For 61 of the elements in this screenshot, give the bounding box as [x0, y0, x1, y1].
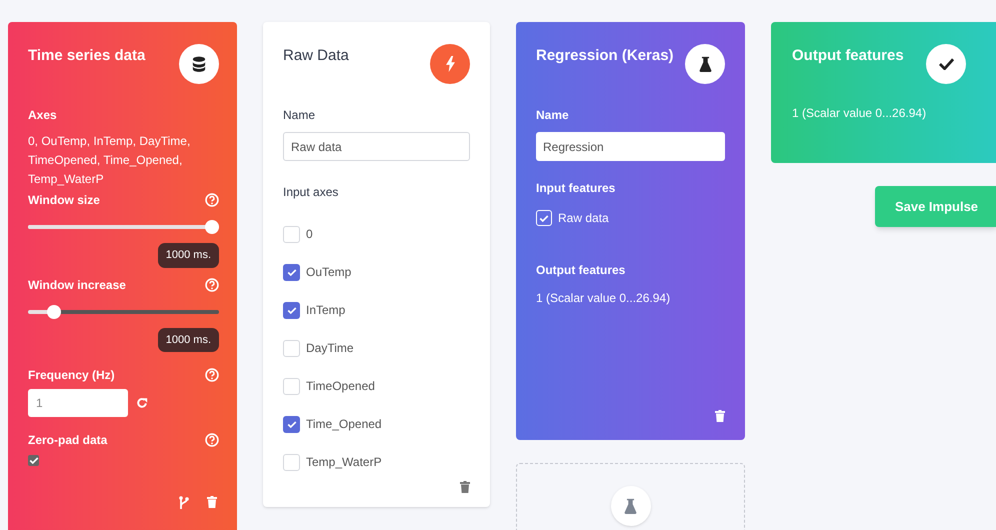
name-field[interactable]: Raw data: [283, 132, 470, 161]
value-tooltip: 1000 ms.: [158, 243, 219, 268]
checkmark-icon: [286, 306, 296, 314]
checkbox[interactable]: [283, 454, 300, 470]
help-icon[interactable]: [205, 433, 219, 447]
checkbox[interactable]: [283, 416, 300, 432]
checkmark-icon: [286, 268, 296, 276]
help-icon[interactable]: [205, 193, 219, 207]
checkmark-icon: [286, 420, 296, 428]
checkbox-label[interactable]: DayTime: [306, 339, 354, 357]
help-icon[interactable]: [205, 368, 219, 382]
frequency-field[interactable]: 1: [28, 389, 128, 417]
refresh-icon[interactable]: [136, 397, 148, 409]
card-title: Regression (Keras): [536, 46, 674, 66]
field-label: Zero-pad data: [28, 432, 108, 449]
checkbox[interactable]: [283, 226, 300, 242]
checkmark-icon: [539, 214, 549, 222]
field-label: Output features: [536, 262, 626, 279]
delete-icon[interactable]: [715, 410, 725, 422]
checkbox-label[interactable]: OuTemp: [306, 263, 352, 281]
checkbox[interactable]: [283, 302, 300, 318]
output-value: 1 (Scalar value 0...26.94): [792, 105, 928, 122]
checkbox[interactable]: [28, 455, 39, 466]
checkbox[interactable]: [283, 340, 300, 356]
lightning-icon: [430, 44, 470, 84]
field-label: Input features: [536, 180, 616, 197]
card-title: Time series data: [28, 46, 146, 66]
checkmark-icon: [926, 44, 966, 84]
checkbox[interactable]: [283, 378, 300, 394]
field-label: Window increase: [28, 276, 126, 294]
name-field[interactable]: Regression: [536, 132, 725, 161]
checkbox-label[interactable]: Temp_WaterP: [306, 453, 382, 471]
flask-icon[interactable]: [610, 486, 650, 526]
slider[interactable]: [28, 304, 219, 318]
field-label: Name: [536, 107, 570, 124]
checkbox-label[interactable]: 0: [306, 225, 313, 243]
checkbox-label[interactable]: Raw data: [558, 209, 609, 227]
database-icon: [179, 44, 219, 84]
checkmark-icon: [28, 456, 38, 465]
field-label: Input axes: [283, 184, 340, 201]
slider[interactable]: [28, 220, 219, 234]
slider-thumb[interactable]: [47, 304, 62, 318]
axes-list: 0, OuTemp, InTemp, DayTime, TimeOpened, Time_Opened, Temp_WaterP: [28, 132, 219, 189]
checkbox[interactable]: [283, 264, 300, 280]
delete-icon[interactable]: [207, 496, 217, 509]
delete-icon[interactable]: [460, 481, 470, 493]
field-label: Axes: [28, 107, 58, 124]
slider-thumb[interactable]: [205, 220, 219, 234]
checkbox-label[interactable]: Time_Opened: [306, 415, 382, 433]
output-value: 1 (Scalar value 0...26.94): [536, 290, 672, 307]
card-title: Raw Data: [283, 46, 349, 66]
field-label: Window size: [28, 192, 100, 209]
card-title: Output features: [792, 46, 904, 66]
flask-icon: [685, 44, 725, 84]
field-label: Frequency (Hz): [28, 367, 115, 384]
branch-icon[interactable]: [179, 496, 189, 509]
field-label: Name: [283, 107, 316, 124]
value-tooltip: 1000 ms.: [158, 328, 219, 352]
checkbox-label[interactable]: InTemp: [306, 301, 346, 319]
checkbox-label[interactable]: TimeOpened: [306, 377, 375, 395]
help-icon[interactable]: [205, 278, 219, 292]
